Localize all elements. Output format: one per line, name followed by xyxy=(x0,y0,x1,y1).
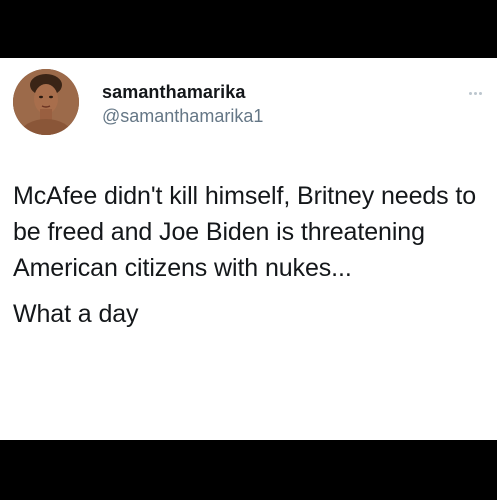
tweet-body: McAfee didn't kill himself, Britney need… xyxy=(13,178,483,332)
tweet-text-paragraph-2: What a day xyxy=(13,300,139,328)
display-name[interactable]: samanthamarika xyxy=(102,81,263,103)
user-handle[interactable]: @samanthamarika1 xyxy=(102,105,263,127)
tweet-text-paragraph-1: McAfee didn't kill himself, Britney need… xyxy=(13,182,477,282)
user-info: samanthamarika @samanthamarika1 xyxy=(102,81,263,127)
tweet-card[interactable]: samanthamarika @samanthamarika1 McAfee d… xyxy=(0,58,497,440)
screenshot-frame: samanthamarika @samanthamarika1 McAfee d… xyxy=(0,0,497,500)
more-horizontal-icon[interactable] xyxy=(469,82,485,95)
avatar[interactable] xyxy=(13,69,79,135)
profile-photo-icon xyxy=(13,69,79,135)
